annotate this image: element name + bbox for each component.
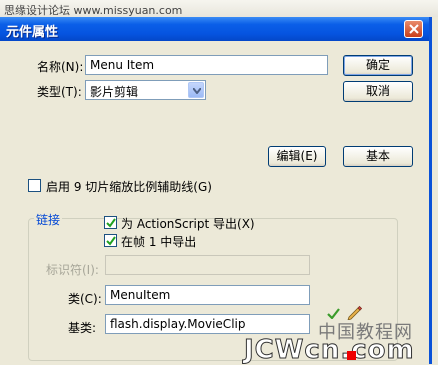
- export-actionscript-checkbox[interactable]: [104, 216, 117, 229]
- guides-checkbox-label: 启用 9 切片缩放比例辅助线(G): [46, 180, 212, 194]
- base-class-label: 基类:: [68, 321, 97, 335]
- name-input[interactable]: Menu Item: [85, 55, 328, 75]
- close-button[interactable]: [404, 20, 423, 38]
- dropdown-arrow-button[interactable]: [188, 82, 204, 98]
- dialog-title: 元件属性: [6, 25, 59, 40]
- class-label: 类(C):: [68, 292, 102, 306]
- export-first-frame-label: 在帧 1 中导出: [121, 235, 197, 249]
- export-first-frame-checkbox[interactable]: [104, 234, 117, 247]
- chevron-down-icon: [193, 88, 201, 94]
- watermark-top: 思缘设计论坛 www.missyuan.com: [4, 4, 183, 17]
- type-select[interactable]: 影片剪辑: [85, 80, 206, 100]
- edit-button[interactable]: 编辑(E): [268, 146, 326, 167]
- symbol-properties-dialog: 元件属性 名称(N): Menu Item 类型(T): 影片剪辑 确定 取消 …: [0, 17, 432, 364]
- identifier-input: [105, 255, 310, 275]
- linkage-group-label: 链接: [34, 211, 63, 228]
- cancel-button[interactable]: 取消: [343, 81, 413, 102]
- identifier-label: 标识符(I):: [46, 263, 99, 277]
- title-bar[interactable]: 元件属性: [0, 17, 429, 41]
- class-input[interactable]: MenuItem: [105, 285, 310, 305]
- watermark-red-square: [347, 351, 356, 360]
- close-icon: [409, 24, 419, 34]
- type-label: 类型(T):: [37, 85, 82, 99]
- type-select-value: 影片剪辑: [90, 85, 139, 99]
- watermark-site-en: JCWcn.com: [244, 335, 415, 365]
- checkmark-icon: [106, 236, 116, 246]
- base-class-input[interactable]: flash.display.MovieClip: [105, 314, 310, 334]
- ok-button[interactable]: 确定: [343, 55, 413, 76]
- export-actionscript-label: 为 ActionScript 导出(X): [121, 217, 255, 231]
- guides-checkbox[interactable]: [28, 179, 41, 192]
- name-label: 名称(N):: [37, 60, 84, 74]
- checkmark-icon: [106, 218, 116, 228]
- basic-button[interactable]: 基本: [343, 146, 413, 167]
